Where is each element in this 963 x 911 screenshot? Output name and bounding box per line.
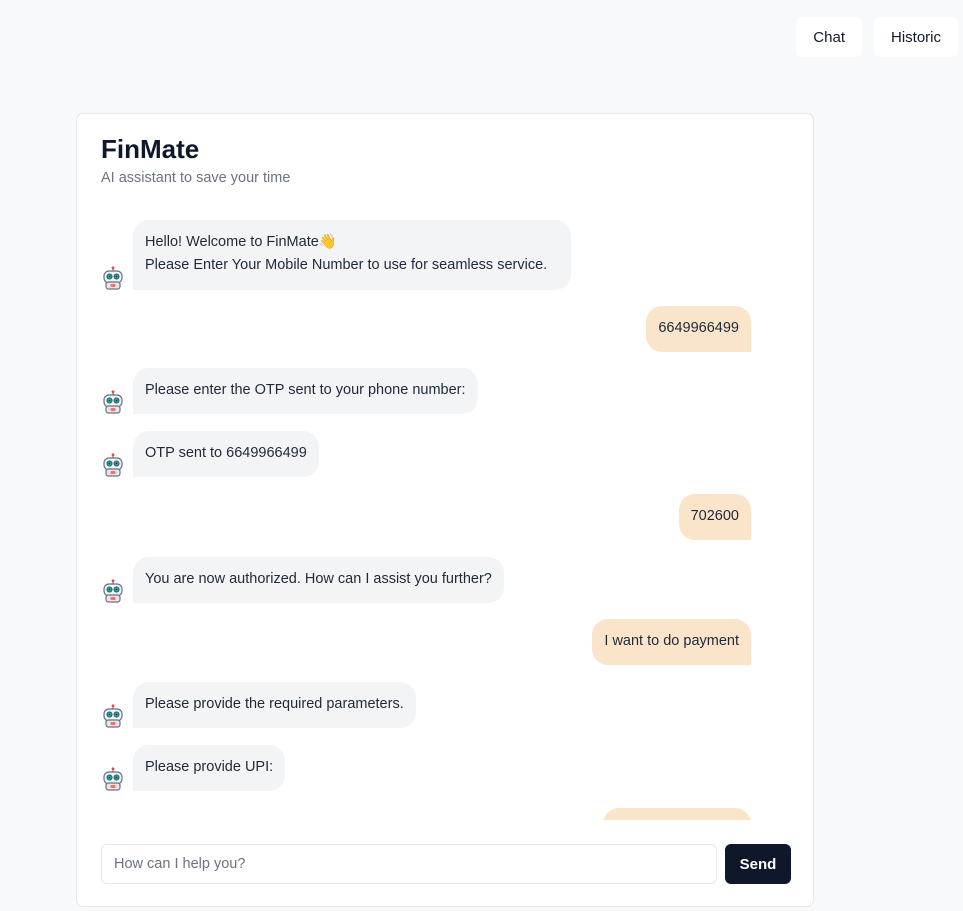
- message-bubble: 702600: [678, 494, 751, 540]
- message-text: 702600: [690, 508, 739, 524]
- message-bubble: Hello! Welcome to FinMate👋 Please Enter …: [133, 220, 571, 290]
- page-subtitle: AI assistant to save your time: [101, 170, 291, 186]
- message-bubble: OTP sent to 6649966499: [133, 431, 319, 477]
- chat-message-bot: Please provide UPI:: [101, 745, 286, 791]
- message-input[interactable]: [101, 844, 717, 884]
- chat-message-bot: You are now authorized. How can I assist…: [101, 557, 504, 603]
- chat-message-user: 702600: [678, 494, 751, 540]
- message-bubble: I want to do payment: [592, 619, 751, 665]
- message-text: Please enter the OTP sent to your phone …: [145, 382, 466, 398]
- message-text: 6649966499: [658, 320, 739, 336]
- chat-nav-button[interactable]: Chat: [796, 17, 862, 57]
- message-bubble: [603, 808, 751, 820]
- message-text: You are now authorized. How can I assist…: [145, 571, 492, 587]
- send-button[interactable]: Send: [725, 844, 791, 884]
- chat-message-bot: Please enter the OTP sent to your phone …: [101, 368, 478, 414]
- message-text: Please provide UPI:: [145, 759, 274, 775]
- message-list[interactable]: Hello! Welcome to FinMate👋 Please Enter …: [101, 220, 775, 820]
- chat-message-bot: OTP sent to 6649966499: [101, 431, 319, 477]
- robot-avatar-icon: [101, 390, 125, 414]
- message-bubble: Please enter the OTP sent to your phone …: [133, 368, 478, 414]
- chat-message-bot: Please provide the required parameters.: [101, 682, 416, 728]
- composer: Send: [101, 844, 791, 884]
- robot-avatar-icon: [101, 767, 125, 791]
- message-bubble: Please provide UPI:: [133, 745, 286, 791]
- message-text: I want to do payment: [604, 633, 739, 649]
- robot-avatar-icon: [101, 453, 125, 477]
- message-bubble: 6649966499: [646, 306, 751, 352]
- robot-avatar-icon: [101, 579, 125, 603]
- chat-message-user: [603, 808, 751, 820]
- message-text: Please Enter Your Mobile Number to use f…: [145, 257, 548, 273]
- message-text: OTP sent to 6649966499: [145, 445, 307, 461]
- chat-message-user: 6649966499: [646, 306, 751, 352]
- top-nav: Chat Historic: [796, 17, 958, 57]
- message-text: Please provide the required parameters.: [145, 696, 404, 712]
- message-text: Hello! Welcome to FinMate👋: [145, 234, 337, 250]
- message-bubble: You are now authorized. How can I assist…: [133, 557, 504, 603]
- chat-card: FinMate AI assistant to save your time H…: [76, 113, 814, 907]
- robot-avatar-icon: [101, 704, 125, 728]
- chat-message-user: I want to do payment: [592, 619, 751, 665]
- chat-message-bot: Hello! Welcome to FinMate👋 Please Enter …: [101, 220, 571, 290]
- page-title: FinMate: [101, 134, 200, 164]
- message-bubble: Please provide the required parameters.: [133, 682, 416, 728]
- historic-nav-button[interactable]: Historic: [873, 17, 958, 57]
- robot-avatar-icon: [101, 266, 125, 290]
